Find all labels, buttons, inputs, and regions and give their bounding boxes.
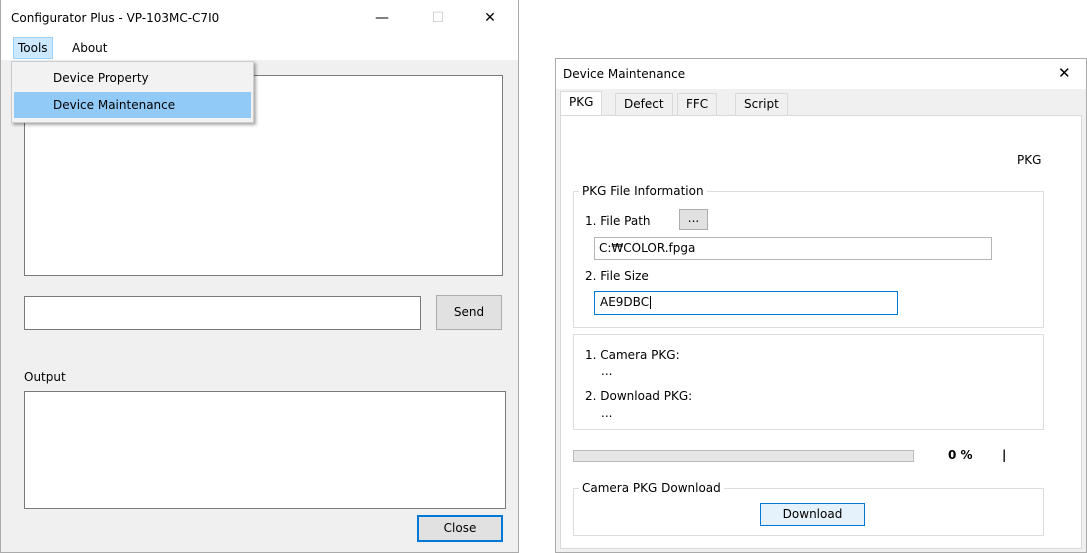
pkg-tab-page: PKG PKG File Information 1. File Path ..… bbox=[560, 115, 1082, 549]
menu-tools[interactable]: Tools bbox=[13, 37, 53, 59]
menu-item-device-property[interactable]: Device Property bbox=[14, 65, 251, 91]
file-size-field[interactable]: AE9DBC bbox=[594, 291, 898, 315]
window-title: Device Maintenance bbox=[563, 67, 686, 81]
tools-dropdown-menu: Device Property Device Maintenance bbox=[11, 61, 254, 123]
file-size-label: 2. File Size bbox=[585, 269, 649, 283]
tab-script[interactable]: Script bbox=[735, 93, 788, 115]
menu-bar: Tools About bbox=[1, 36, 518, 60]
file-size-value: AE9DBC bbox=[600, 295, 650, 309]
window-title: Configurator Plus - VP-103MC-C7I0 bbox=[11, 11, 220, 25]
output-label: Output bbox=[24, 370, 66, 384]
download-pkg-value: ... bbox=[601, 406, 613, 420]
download-pkg-label: 2. Download PKG: bbox=[585, 389, 693, 403]
camera-pkg-value: ... bbox=[601, 364, 613, 378]
menu-item-device-maintenance[interactable]: Device Maintenance bbox=[14, 92, 251, 118]
file-path-field[interactable]: C:₩COLOR.fpga bbox=[594, 237, 992, 260]
progress-marker: | bbox=[1002, 448, 1007, 462]
file-info-group-title: PKG File Information bbox=[579, 184, 707, 198]
download-button[interactable]: Download bbox=[760, 503, 865, 526]
menu-about[interactable]: About bbox=[67, 37, 112, 59]
tab-defect[interactable]: Defect bbox=[615, 93, 673, 115]
camera-pkg-label: 1. Camera PKG: bbox=[585, 348, 680, 362]
download-group-title: Camera PKG Download bbox=[579, 481, 724, 495]
title-bar[interactable]: Configurator Plus - VP-103MC-C7I0 — ☐ ✕ bbox=[1, 0, 518, 36]
output-textbox[interactable] bbox=[24, 391, 506, 509]
tab-pkg[interactable]: PKG bbox=[560, 91, 603, 116]
download-progress-bar bbox=[573, 450, 914, 462]
tab-ffc[interactable]: FFC bbox=[677, 93, 718, 115]
title-bar[interactable]: Device Maintenance ✕ bbox=[556, 59, 1086, 89]
minimize-button[interactable]: — bbox=[359, 0, 405, 36]
text-cursor bbox=[650, 296, 652, 309]
close-window-button[interactable]: ✕ bbox=[467, 0, 513, 36]
file-path-label: 1. File Path bbox=[585, 214, 651, 228]
browse-button[interactable]: ... bbox=[679, 209, 708, 230]
maximize-button[interactable]: ☐ bbox=[415, 0, 461, 36]
pkg-heading: PKG bbox=[1017, 153, 1042, 167]
close-button[interactable]: Close bbox=[417, 515, 503, 542]
progress-percent: 0 % bbox=[948, 448, 973, 462]
close-window-button[interactable]: ✕ bbox=[1058, 64, 1071, 82]
send-button[interactable]: Send bbox=[436, 295, 502, 330]
device-maintenance-window: Device Maintenance ✕ PKG Defect FFC Scri… bbox=[555, 58, 1087, 553]
file-path-value: C:₩COLOR.fpga bbox=[599, 241, 696, 255]
command-input[interactable] bbox=[24, 296, 421, 330]
